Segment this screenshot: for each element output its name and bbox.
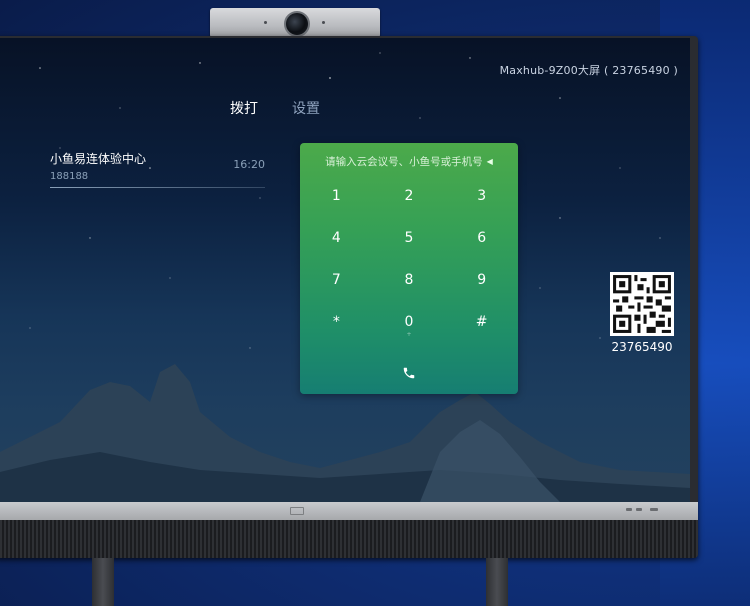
call-button[interactable]: [394, 361, 424, 385]
key-label: 8: [404, 272, 414, 288]
qr-number: 23765490: [611, 340, 673, 354]
key-label: 4: [331, 230, 341, 246]
camera: [210, 8, 380, 38]
divider: [50, 187, 265, 188]
hardware-button: [650, 508, 658, 511]
tab-bar: 拨打 设置: [230, 98, 320, 118]
tab-dial[interactable]: 拨打: [230, 98, 258, 118]
key-label: 7: [331, 272, 341, 288]
key-8[interactable]: 8: [373, 263, 446, 305]
recent-call-number: 188188: [50, 171, 89, 182]
recent-call-time: 16:20: [233, 158, 265, 171]
key-label: 5: [404, 230, 414, 246]
key-1[interactable]: 1: [300, 179, 373, 221]
camera-sensor: [322, 21, 325, 24]
hardware-button: [626, 508, 632, 511]
key-label: 3: [477, 188, 487, 204]
key-label: #: [475, 314, 488, 330]
monitor: Maxhub-9Z00大屏 ( 23765490 ) 拨打 设置 小鱼易连体验中…: [0, 36, 698, 558]
camera-lens-icon: [284, 11, 310, 37]
dial-input[interactable]: 请输入云会议号、小鱼号或手机号 ◀: [300, 143, 518, 179]
screen: Maxhub-9Z00大屏 ( 23765490 ) 拨打 设置 小鱼易连体验中…: [0, 38, 690, 502]
key-label: 9: [477, 272, 487, 288]
key-4[interactable]: 4: [300, 221, 373, 263]
stand-leg: [92, 558, 114, 606]
key-sub: +: [406, 331, 412, 338]
camera-sensor: [264, 21, 267, 24]
key-label: 1: [331, 188, 341, 204]
speaker-grille: [0, 520, 698, 558]
qr-code-icon: [610, 272, 674, 336]
key-label: *: [332, 314, 340, 330]
key-6[interactable]: 6: [445, 221, 518, 263]
key-5[interactable]: 5: [373, 221, 446, 263]
key-hash[interactable]: #: [445, 305, 518, 347]
keypad: 1 2 3 4 5 6 7 8 9 * 0 + #: [300, 179, 518, 347]
key-label: 6: [477, 230, 487, 246]
hardware-button: [636, 508, 642, 511]
backspace-icon[interactable]: ◀: [487, 157, 493, 166]
qr-code: [610, 272, 674, 336]
tab-settings[interactable]: 设置: [292, 98, 320, 118]
key-2[interactable]: 2: [373, 179, 446, 221]
key-star[interactable]: *: [300, 305, 373, 347]
bottom-bezel: [0, 502, 698, 520]
key-0[interactable]: 0 +: [373, 305, 446, 347]
dial-input-placeholder: 请输入云会议号、小鱼号或手机号: [325, 155, 483, 168]
key-7[interactable]: 7: [300, 263, 373, 305]
key-9[interactable]: 9: [445, 263, 518, 305]
recent-call-item[interactable]: 小鱼易连体验中心 188188 16:20: [50, 150, 265, 188]
key-label: 0: [404, 314, 414, 330]
key-label: 2: [404, 188, 414, 204]
phone-icon: [403, 367, 415, 379]
stand-leg: [486, 558, 508, 606]
dialpad: 请输入云会议号、小鱼号或手机号 ◀ 1 2 3 4 5 6 7 8 9 * 0 +…: [300, 143, 518, 394]
key-3[interactable]: 3: [445, 179, 518, 221]
brand-logo-icon: [290, 507, 304, 515]
device-label: Maxhub-9Z00大屏 ( 23765490 ): [499, 64, 678, 77]
